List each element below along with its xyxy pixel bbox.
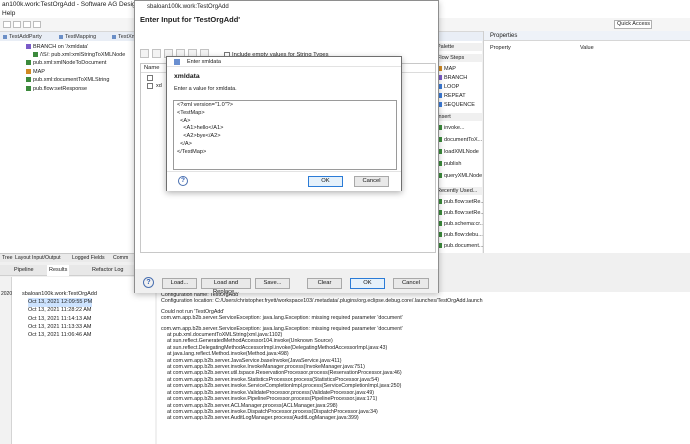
tab-test-xm[interactable]: TestXm xyxy=(111,33,136,41)
console-output: Configuration name: TestOrgAdd Configura… xyxy=(157,292,690,444)
tab-input-output[interactable]: Input/Output xyxy=(31,254,62,263)
tab-test-add-party[interactable]: TestAddParty xyxy=(2,33,42,41)
flow-step-node-to-document[interactable]: pub.xml:xmlNodeToDocument xyxy=(26,59,106,67)
properties-title[interactable]: Properties xyxy=(490,32,517,40)
save-button[interactable]: Save... xyxy=(255,278,290,289)
help-icon[interactable]: ? xyxy=(178,176,188,186)
xmldata-dialog-title: Enter xmldata xyxy=(187,59,221,65)
tab-results[interactable]: Results xyxy=(47,265,70,276)
xml-line: <A> xyxy=(177,117,191,124)
invoke-icon xyxy=(26,60,31,65)
xmldata-dialog-titlebar: Enter xmldata xyxy=(167,57,401,67)
column-name-header: Name xyxy=(144,65,160,71)
xml-line: </TestMap> xyxy=(177,148,207,155)
invoke-icon xyxy=(26,77,31,82)
add-icon[interactable] xyxy=(140,49,149,58)
xml-line: <TestMap> xyxy=(177,109,205,116)
row-name[interactable]: xd xyxy=(156,83,162,89)
ok-button[interactable]: OK xyxy=(350,278,385,289)
console-line: at com.wm.app.b2b.server.AuditLogManager… xyxy=(167,415,359,422)
enter-input-dialog-footer: ? Load... Load and Replace... Save... Cl… xyxy=(135,269,438,295)
properties-panel: Properties Property Value xyxy=(483,31,690,253)
properties-tab-bar: Properties xyxy=(484,31,690,41)
palette-item-query-xml-node[interactable]: queryXMLNode xyxy=(437,171,482,182)
palette-item-sequence[interactable]: SEQUENCE xyxy=(437,100,475,111)
tab-test-mapping[interactable]: TestMapping xyxy=(58,33,96,41)
palette-recent-item[interactable]: pub.flow:debu... xyxy=(437,230,483,241)
xmldata-heading: xmldata xyxy=(174,73,200,80)
row-checkbox[interactable] xyxy=(147,83,153,89)
editor-bottom-tabs: Tree Layout Input/Output Logged Fields C… xyxy=(0,253,139,262)
properties-col-property: Property xyxy=(490,45,511,51)
branch-icon xyxy=(26,44,31,49)
palette-recent-item[interactable]: pub.flow:setRe... xyxy=(437,208,485,219)
results-side-rail: 2020 xyxy=(0,277,12,444)
palette-item-publish[interactable]: publish xyxy=(437,159,461,170)
dialog-heading: Enter Input for 'TestOrgAdd' xyxy=(140,15,241,24)
xml-line: </A> xyxy=(177,140,192,147)
results-item[interactable]: Oct 13, 2021 11:06:46 AM xyxy=(28,331,92,340)
tab-layout[interactable]: Layout xyxy=(14,254,32,263)
xmldata-description: Enter a value for xmldata. xyxy=(174,86,237,92)
properties-col-value: Value xyxy=(580,45,594,51)
palette-title: Palette xyxy=(435,43,483,51)
palette-item-invoke[interactable]: invoke... xyxy=(437,123,464,134)
help-icon[interactable]: ? xyxy=(143,277,154,288)
flow-step-branch[interactable]: BRANCH on '/xmldata' xyxy=(26,43,88,51)
debug-icon[interactable] xyxy=(33,21,41,28)
tab-pipeline[interactable]: Pipeline xyxy=(14,265,34,276)
menu-help[interactable]: Help xyxy=(2,10,15,17)
flow-step-map[interactable]: MAP xyxy=(26,68,45,76)
palette-recent-item[interactable]: pub.flow:setRe... xyxy=(437,197,485,208)
flow-tree: BRANCH on '/xmldata' /\S/: pub.xml:xmlSt… xyxy=(0,41,139,253)
map-icon xyxy=(26,69,31,74)
xml-line: <A1>hello</A1> xyxy=(177,125,224,132)
xml-ok-button[interactable]: OK xyxy=(308,176,343,187)
palette-recent-item[interactable]: pub.schema:cr... xyxy=(437,219,484,230)
load-button[interactable]: Load... xyxy=(162,278,197,289)
results-list: sbaloan100k.work:TestOrgAdd Oct 13, 2021… xyxy=(0,277,155,444)
save-icon[interactable] xyxy=(13,21,21,28)
tab-comments[interactable]: Comm xyxy=(112,254,129,263)
tab-logged-fields[interactable]: Logged Fields xyxy=(71,254,106,263)
flow-step-set-response[interactable]: pub.flow:setResponse xyxy=(26,85,87,93)
tab-tree[interactable]: Tree xyxy=(1,254,13,263)
results-item[interactable]: Oct 13, 2021 11:28:22 AM xyxy=(28,306,92,315)
new-icon[interactable] xyxy=(3,21,11,28)
palette-item-load-xml-node[interactable]: loadXMLNode xyxy=(437,147,479,158)
xml-cancel-button[interactable]: Cancel xyxy=(354,176,389,187)
clear-button[interactable]: Clear xyxy=(307,278,342,289)
xmldata-dialog-footer: ? OK Cancel xyxy=(167,171,401,191)
designer-app-icon xyxy=(174,59,180,65)
remove-icon[interactable] xyxy=(152,49,161,58)
xml-line: <A2>bye</A2> xyxy=(177,133,221,140)
results-tab-bar: Pipeline Results Refactor Log xyxy=(0,265,155,276)
palette-section-flow[interactable]: Flow Steps xyxy=(435,54,483,62)
load-and-replace-button[interactable]: Load and Replace... xyxy=(201,278,251,295)
run-icon[interactable] xyxy=(23,21,31,28)
palette-section-insert[interactable]: Insert xyxy=(435,113,483,121)
palette-section-recent[interactable]: Recently Used... xyxy=(435,187,483,195)
palette-panel: Palette Flow Steps MAP BRANCH LOOP REPEA… xyxy=(434,41,485,253)
invoke-icon xyxy=(26,86,31,91)
quick-access-field[interactable]: Quick Access xyxy=(614,20,652,29)
dialog-title: sbaloan100k.work:TestOrgAdd xyxy=(147,4,229,10)
enter-xmldata-dialog: Enter xmldata xmldata Enter a value for … xyxy=(166,56,402,191)
row-checkbox[interactable] xyxy=(147,75,153,81)
xmldata-value-field[interactable]: <?xml version="1.0"?> <TestMap> <A> <A1>… xyxy=(173,100,397,170)
invoke-icon xyxy=(33,52,38,57)
enter-input-dialog-titlebar: sbaloan100k.work:TestOrgAdd xyxy=(135,1,438,13)
cancel-button[interactable]: Cancel xyxy=(393,278,429,289)
flow-step-xml-string-to-node[interactable]: /\S/: pub.xml:xmlStringToXMLNode xyxy=(33,51,125,59)
palette-item-document-to-x[interactable]: documentToX... xyxy=(437,135,482,146)
xml-line: <?xml version="1.0"?> xyxy=(177,102,234,108)
results-side-label: 2020 xyxy=(1,291,13,297)
flow-step-document-to-xml-string[interactable]: pub.xml:documentToXMLString xyxy=(26,76,109,84)
tab-refactor-log[interactable]: Refactor Log xyxy=(92,265,124,276)
palette-recent-item[interactable]: pub.document... xyxy=(437,241,483,252)
